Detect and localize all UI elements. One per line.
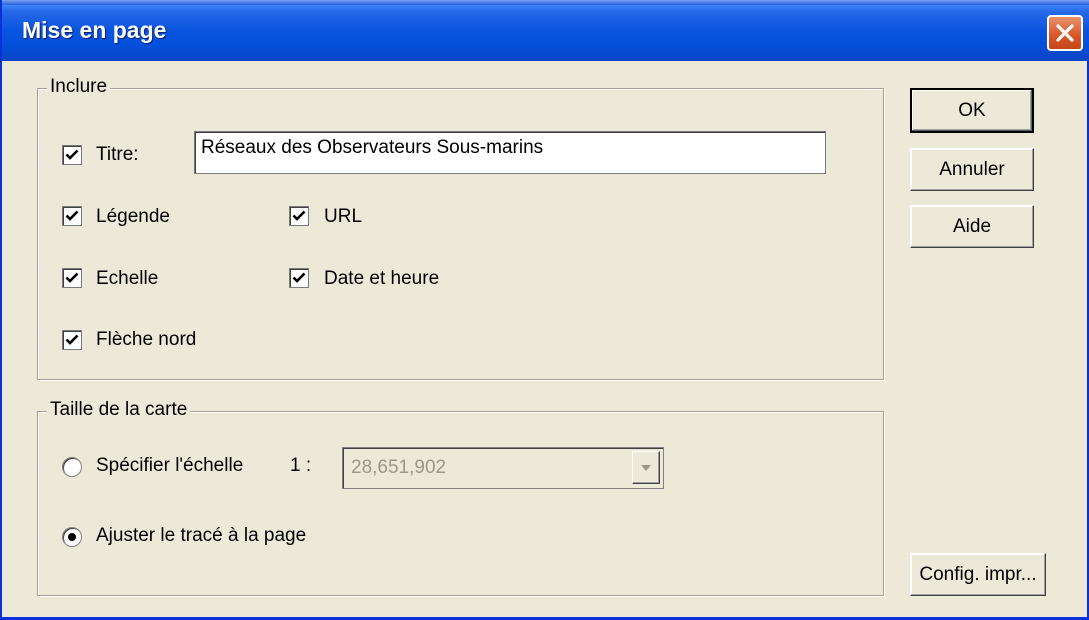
fit-to-page-radio[interactable] — [62, 527, 82, 547]
cancel-button-label: Annuler — [939, 158, 1005, 180]
specify-scale-radio[interactable] — [62, 457, 82, 477]
scale-combo[interactable]: 28,651,902 — [342, 447, 664, 489]
datetime-checkbox-label: Date et heure — [324, 268, 440, 289]
scale-combo-value: 28,651,902 — [351, 457, 447, 478]
close-button[interactable] — [1047, 15, 1083, 51]
legend-checkbox-label: Légende — [96, 206, 170, 227]
title-bar[interactable]: Mise en page — [2, 5, 1089, 61]
title-checkbox[interactable] — [62, 145, 82, 165]
print-setup-button[interactable]: Config. impr... — [910, 553, 1046, 596]
datetime-checkbox[interactable] — [289, 268, 309, 288]
print-setup-button-label: Config. impr... — [919, 563, 1037, 585]
fit-to-page-radio-label: Ajuster le tracé à la page — [96, 525, 307, 546]
include-group-legend: Inclure — [47, 76, 111, 98]
north-arrow-checkbox[interactable] — [62, 330, 82, 350]
window-title: Mise en page — [22, 17, 167, 43]
specify-scale-radio-label: Spécifier l'échelle — [96, 455, 244, 476]
url-checkbox[interactable] — [289, 206, 309, 226]
page-setup-dialog: Mise en page Inclure Titre: Réseaux des … — [0, 0, 1089, 620]
legend-checkbox[interactable] — [62, 206, 82, 226]
help-button-label: Aide — [952, 215, 992, 237]
ratio-prefix: 1 : — [290, 455, 312, 476]
scale-combo-dropdown-button[interactable] — [632, 451, 660, 484]
url-checkbox-label: URL — [324, 206, 363, 227]
radio-selected-dot — [68, 533, 76, 541]
checkmark-icon — [65, 149, 79, 160]
map-size-group — [37, 411, 884, 596]
checkmark-icon — [292, 272, 306, 283]
title-checkbox-label: Titre: — [96, 144, 139, 165]
help-button[interactable]: Aide — [910, 205, 1034, 248]
checkmark-icon — [65, 334, 79, 345]
scale-checkbox-label: Echelle — [96, 268, 159, 289]
cancel-button[interactable]: Annuler — [910, 148, 1034, 191]
ok-button[interactable]: OK — [910, 88, 1034, 133]
checkmark-icon — [292, 210, 306, 221]
north-arrow-checkbox-label: Flèche nord — [96, 329, 197, 350]
close-icon — [1056, 24, 1074, 42]
checkmark-icon — [65, 210, 79, 221]
ok-button-label: OK — [958, 99, 986, 121]
checkmark-icon — [65, 272, 79, 283]
map-size-group-legend: Taille de la carte — [47, 399, 191, 421]
title-input[interactable]: Réseaux des Observateurs Sous-marins — [194, 131, 826, 174]
scale-checkbox[interactable] — [62, 268, 82, 288]
chevron-down-icon — [641, 465, 651, 471]
